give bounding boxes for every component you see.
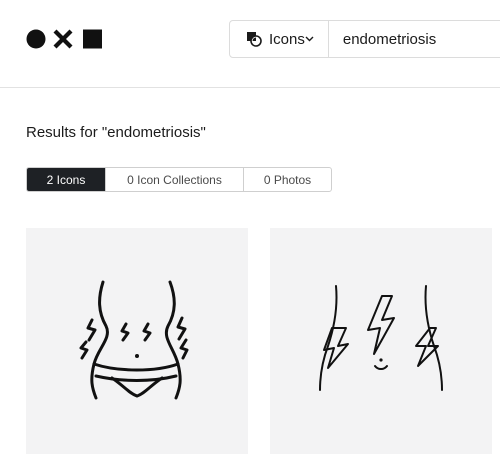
search-type-label: Icons xyxy=(269,30,305,48)
tab-icon-collections[interactable]: 0 Icon Collections xyxy=(105,168,243,191)
endometriosis-pain-waist-icon xyxy=(79,280,189,400)
tab-icons[interactable]: 2 Icons xyxy=(27,168,105,191)
logo[interactable] xyxy=(26,29,104,49)
search-bar: Icons xyxy=(229,20,500,58)
tab-photos[interactable]: 0 Photos xyxy=(243,168,331,191)
results-tabs: 2 Icons 0 Icon Collections 0 Photos xyxy=(26,167,332,192)
circle-icon xyxy=(26,29,46,49)
search-input[interactable] xyxy=(328,20,500,58)
endometriosis-pain-torso-icon xyxy=(319,285,443,391)
square-icon xyxy=(83,29,102,49)
x-icon xyxy=(53,29,73,49)
top-header: Icons xyxy=(0,0,500,88)
results-heading: Results for "endometriosis" xyxy=(26,124,206,141)
icon-result-tile[interactable] xyxy=(26,228,248,454)
icon-result-tile[interactable] xyxy=(270,228,492,454)
chevron-down-icon xyxy=(305,36,314,42)
search-type-dropdown[interactable]: Icons xyxy=(230,21,329,57)
icons-type-icon xyxy=(246,31,262,47)
